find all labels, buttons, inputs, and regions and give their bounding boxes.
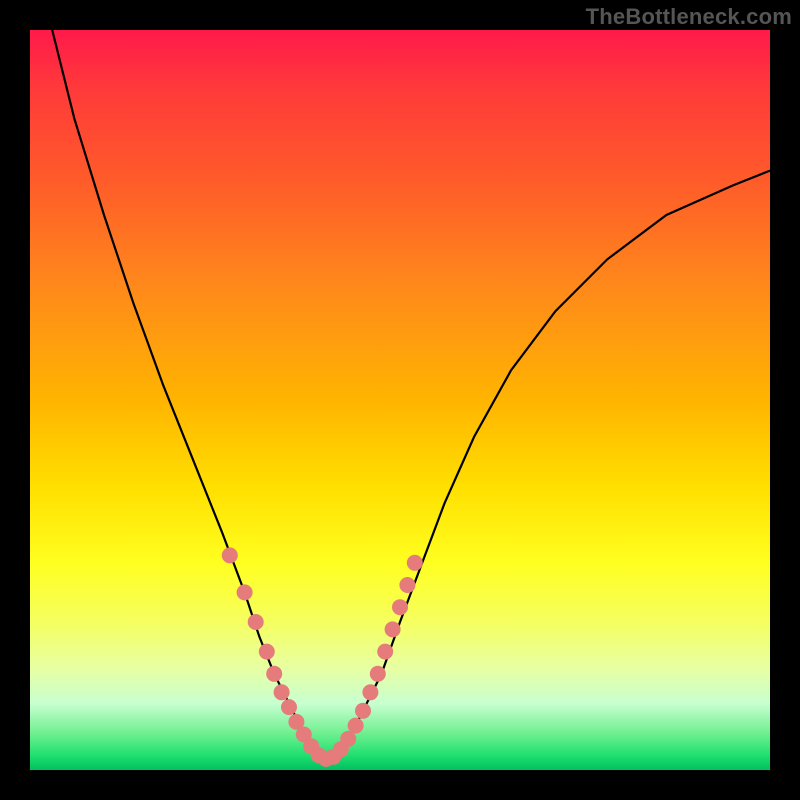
marker-point	[370, 666, 386, 682]
marker-point	[377, 644, 393, 660]
marker-point	[281, 699, 297, 715]
chart-svg	[30, 30, 770, 770]
marker-point	[259, 644, 275, 660]
curve-right-branch	[319, 171, 770, 759]
marker-group	[222, 547, 423, 767]
marker-point	[355, 703, 371, 719]
curve-left-branch	[52, 30, 318, 759]
marker-point	[266, 666, 282, 682]
marker-point	[348, 718, 364, 734]
marker-point	[362, 684, 378, 700]
curve-group	[52, 30, 770, 759]
watermark-text: TheBottleneck.com	[586, 4, 792, 30]
chart-frame: TheBottleneck.com	[0, 0, 800, 800]
marker-point	[392, 599, 408, 615]
marker-point	[222, 547, 238, 563]
plot-area	[30, 30, 770, 770]
marker-point	[385, 621, 401, 637]
marker-point	[274, 684, 290, 700]
marker-point	[237, 584, 253, 600]
marker-point	[399, 577, 415, 593]
marker-point	[248, 614, 264, 630]
marker-point	[407, 555, 423, 571]
